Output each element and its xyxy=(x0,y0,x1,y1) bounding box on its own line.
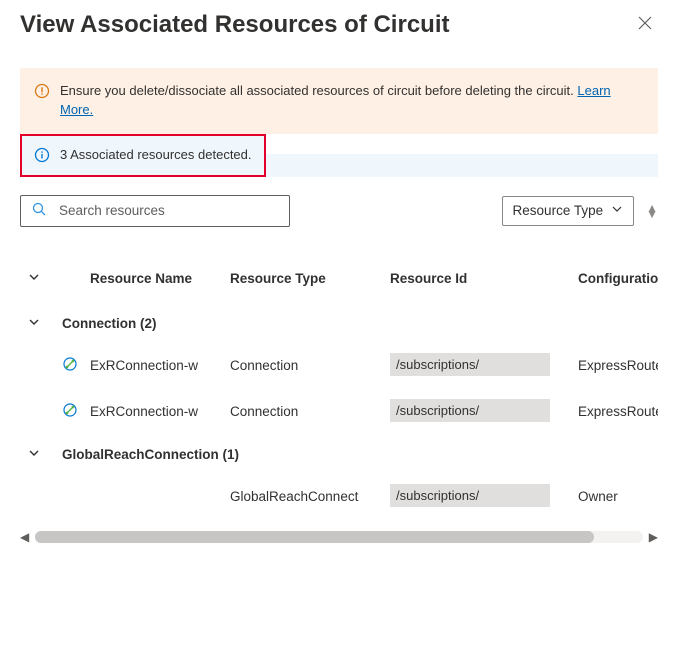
scroll-track[interactable] xyxy=(35,531,643,543)
group-by-dropdown[interactable]: Resource Type xyxy=(502,196,635,226)
cell-name: ExRConnection-w xyxy=(82,343,222,389)
warning-banner: Ensure you delete/dissociate all associa… xyxy=(20,68,658,134)
group-row[interactable]: GlobalReachConnection (1) xyxy=(20,435,658,474)
cell-id[interactable]: /subscriptions/ xyxy=(390,399,550,422)
cell-config: ExpressRoute xyxy=(570,389,658,435)
col-header-type[interactable]: Resource Type xyxy=(222,261,382,304)
warning-text: Ensure you delete/dissociate all associa… xyxy=(60,83,577,98)
horizontal-scrollbar[interactable]: ◀ ▶ xyxy=(20,530,658,544)
group-by-label: Resource Type xyxy=(513,203,604,218)
info-highlight: 3 Associated resources detected. xyxy=(20,134,266,177)
col-header-config[interactable]: Configuration xyxy=(570,261,658,304)
resource-table-wrapper: Resource Name Resource Type Resource Id … xyxy=(20,261,658,520)
search-input[interactable] xyxy=(57,202,279,219)
cell-name xyxy=(82,474,222,520)
info-banner: 3 Associated resources detected. xyxy=(22,136,264,175)
page-title: View Associated Resources of Circuit xyxy=(20,11,449,39)
group-label: Connection (2) xyxy=(54,304,658,343)
table-row[interactable]: ExRConnection-w Connection /subscription… xyxy=(20,389,658,435)
table-header-row: Resource Name Resource Type Resource Id … xyxy=(20,261,658,304)
chevron-down-icon xyxy=(611,203,623,218)
cell-type: GlobalReachConnect xyxy=(222,474,382,520)
connection-icon xyxy=(62,402,78,418)
cell-name: ExRConnection-w xyxy=(82,389,222,435)
search-input-wrapper[interactable] xyxy=(20,195,290,227)
sort-down-icon: ▼ xyxy=(646,211,658,217)
info-text: 3 Associated resources detected. xyxy=(60,146,252,165)
group-toggle[interactable] xyxy=(28,316,40,328)
connection-icon xyxy=(62,356,78,372)
warning-icon xyxy=(34,82,50,99)
col-header-id[interactable]: Resource Id xyxy=(382,261,570,304)
sort-toggle[interactable]: ▲ ▼ xyxy=(646,205,658,217)
col-header-name[interactable]: Resource Name xyxy=(82,261,222,304)
group-toggle[interactable] xyxy=(28,447,40,459)
search-icon xyxy=(31,201,47,220)
cell-id[interactable]: /subscriptions/ xyxy=(390,353,550,376)
group-row[interactable]: Connection (2) xyxy=(20,304,658,343)
collapse-all-toggle[interactable] xyxy=(28,271,40,283)
cell-type: Connection xyxy=(222,343,382,389)
close-button[interactable] xyxy=(632,10,658,40)
cell-config: ExpressRoute xyxy=(570,343,658,389)
scroll-right-arrow[interactable]: ▶ xyxy=(649,530,658,544)
cell-config: Owner xyxy=(570,474,658,520)
scroll-left-arrow[interactable]: ◀ xyxy=(20,530,29,544)
cell-type: Connection xyxy=(222,389,382,435)
resource-table: Resource Name Resource Type Resource Id … xyxy=(20,261,658,520)
table-row[interactable]: GlobalReachConnect /subscriptions/ Owner xyxy=(20,474,658,520)
table-row[interactable]: ExRConnection-w Connection /subscription… xyxy=(20,343,658,389)
close-icon xyxy=(638,16,652,30)
group-label: GlobalReachConnection (1) xyxy=(54,435,658,474)
scroll-thumb[interactable] xyxy=(35,531,594,543)
info-icon xyxy=(34,146,50,163)
cell-id[interactable]: /subscriptions/ xyxy=(390,484,550,507)
